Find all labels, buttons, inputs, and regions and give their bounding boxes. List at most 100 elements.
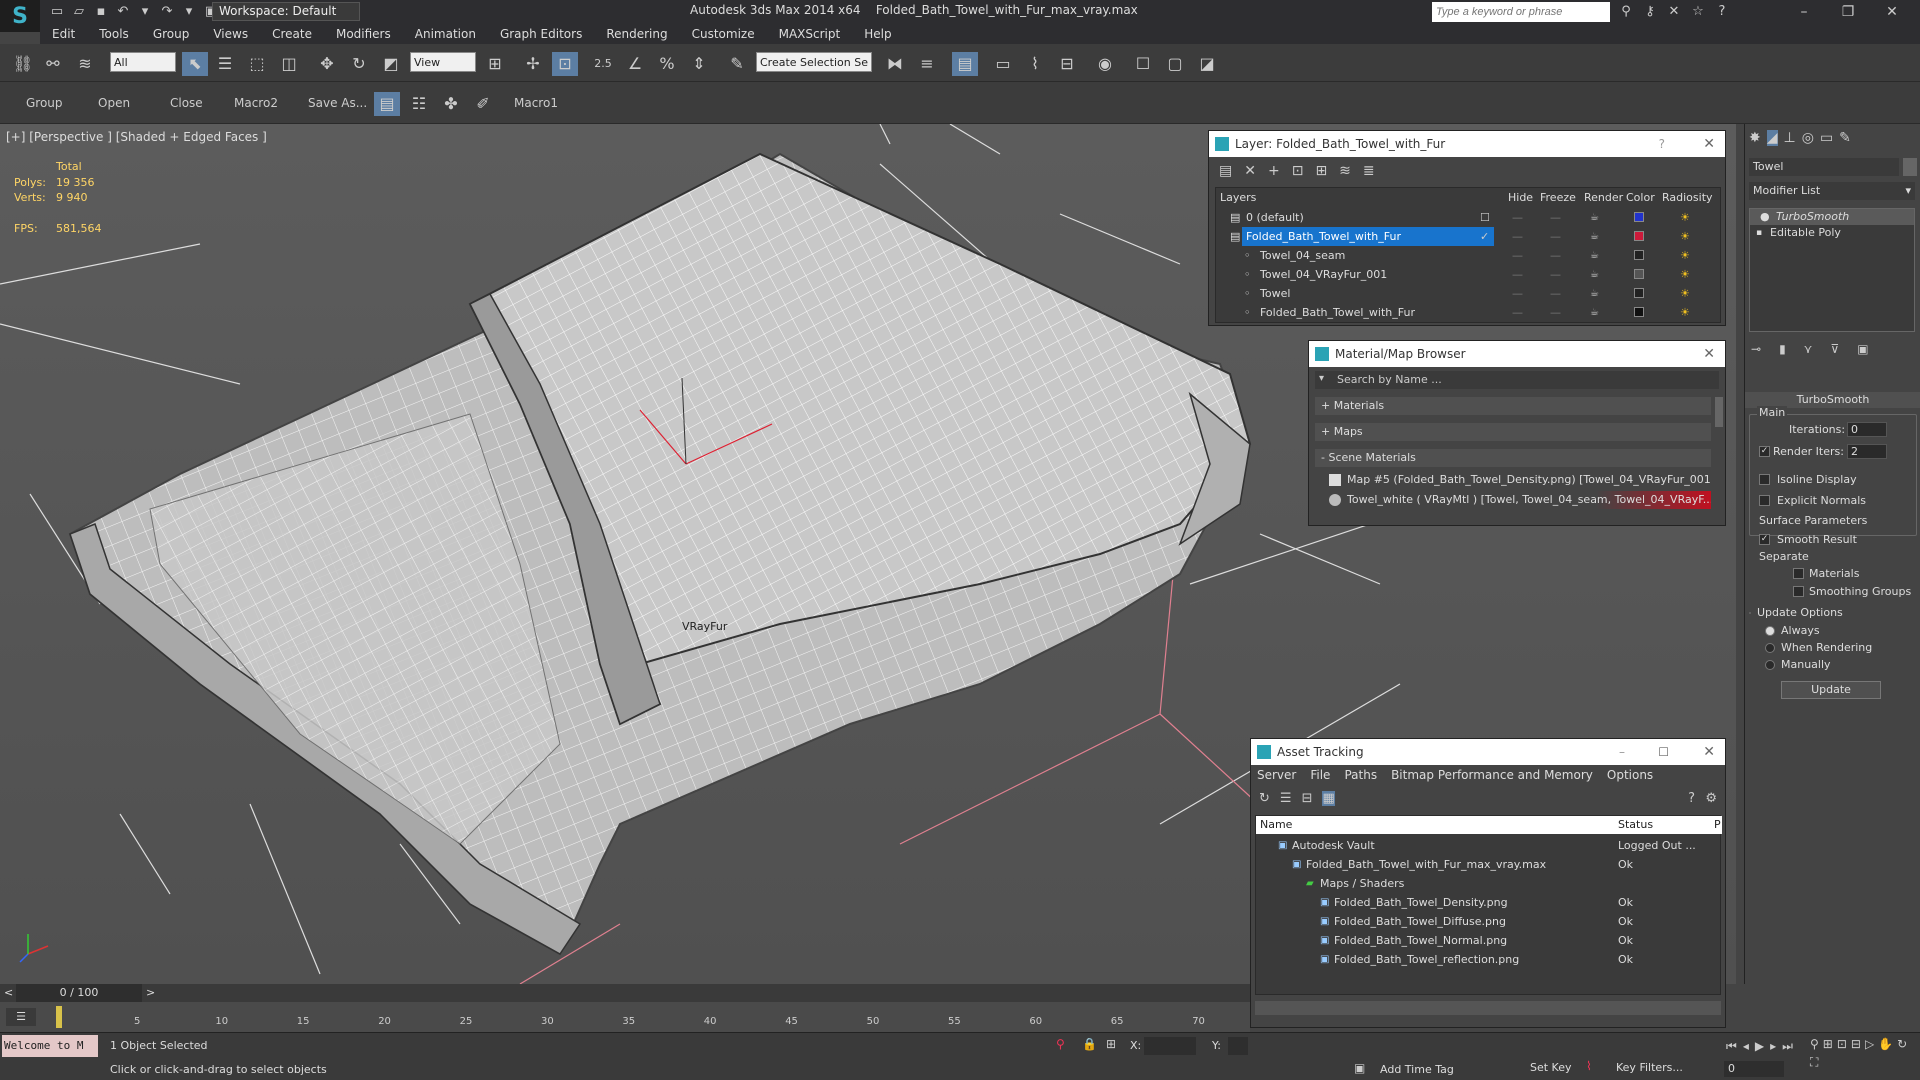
render-teapot-icon[interactable]: ☕ bbox=[1590, 227, 1599, 246]
layer-row[interactable]: Towel_04_VRayFur_001 ◦ — — ☕ ☀ bbox=[1216, 265, 1720, 284]
move-icon[interactable]: ✥ bbox=[314, 52, 340, 76]
close-icon[interactable]: ✕ bbox=[1703, 341, 1715, 367]
col-p[interactable]: P bbox=[1714, 818, 1721, 831]
redo-icon[interactable]: ↷ bbox=[158, 3, 176, 21]
key-filters-button[interactable]: Key Filters... bbox=[1616, 1061, 1683, 1074]
display-tab-icon[interactable]: ▭ bbox=[1820, 130, 1833, 146]
spinner-snap-icon[interactable]: ⇕ bbox=[686, 52, 712, 76]
stack-item-turbosmooth[interactable]: ● TurboSmooth bbox=[1750, 209, 1914, 225]
x-coord-field[interactable] bbox=[1144, 1037, 1196, 1055]
utilities-tab-icon[interactable]: ✎ bbox=[1839, 130, 1851, 146]
freeze-toggle[interactable]: — bbox=[1550, 303, 1561, 322]
select-manipulate-icon[interactable]: ✢ bbox=[520, 52, 546, 76]
go-to-end-icon[interactable]: ⏭ bbox=[1782, 1039, 1793, 1054]
list-icon[interactable]: ☷ bbox=[406, 92, 432, 116]
remove-modifier-icon[interactable]: ⊽ bbox=[1830, 342, 1839, 356]
maximize-icon[interactable]: ☐ bbox=[1658, 739, 1669, 765]
close-icon[interactable]: ✕ bbox=[1870, 0, 1914, 24]
key-icon[interactable]: ⚷ bbox=[1640, 2, 1660, 22]
refresh-icon[interactable]: ↻ bbox=[1259, 791, 1270, 806]
render-teapot-icon[interactable]: ☕ bbox=[1590, 208, 1599, 227]
help-icon[interactable]: ? bbox=[1712, 2, 1732, 22]
menu-views[interactable]: Views bbox=[201, 27, 260, 41]
rotate-icon[interactable]: ↻ bbox=[346, 52, 372, 76]
scale-icon[interactable]: ◩ bbox=[378, 52, 404, 76]
material-editor-icon[interactable]: ◉ bbox=[1092, 52, 1118, 76]
rendered-frame-icon[interactable]: ▢ bbox=[1162, 52, 1188, 76]
open-group-button[interactable]: Open bbox=[98, 96, 130, 110]
viewport-label[interactable]: [+] [Perspective ] [Shaded + Edged Faces… bbox=[6, 130, 267, 144]
layer-color-swatch[interactable] bbox=[1634, 250, 1644, 260]
menu-create[interactable]: Create bbox=[260, 27, 324, 41]
time-tag-icon[interactable]: ▣ bbox=[1354, 1061, 1365, 1075]
maxscript-listener[interactable]: Welcome to M bbox=[2, 1035, 98, 1057]
expand-icon[interactable]: ▪ bbox=[1756, 225, 1762, 241]
layer-color-swatch[interactable] bbox=[1634, 212, 1644, 222]
update-button[interactable]: Update bbox=[1781, 681, 1881, 699]
menu-animation[interactable]: Animation bbox=[403, 27, 488, 41]
col-hide[interactable]: Hide bbox=[1508, 191, 1533, 204]
rect-selection-icon[interactable]: ⬚ bbox=[244, 52, 270, 76]
zoom-icon[interactable]: ⚲ bbox=[1810, 1037, 1819, 1051]
highlight-layer-icon[interactable]: ⊞ bbox=[1315, 163, 1327, 179]
active-layer-checkbox[interactable]: ☐ bbox=[1480, 208, 1490, 227]
col-layers[interactable]: Layers bbox=[1220, 191, 1256, 204]
dropdown-icon[interactable]: ▾ bbox=[1319, 373, 1324, 384]
hide-toggle[interactable]: — bbox=[1512, 208, 1523, 227]
reference-coordinate-dropdown[interactable]: View bbox=[410, 52, 476, 72]
layer-row[interactable]: Folded_Bath_Towel_with_Fur ◦ — — ☕ ☀ bbox=[1216, 303, 1720, 322]
help-icon[interactable]: ? bbox=[1688, 791, 1695, 806]
render-teapot-icon[interactable]: ☕ bbox=[1590, 284, 1599, 303]
freeze-toggle[interactable]: — bbox=[1550, 246, 1561, 265]
zoom-extents-all-icon[interactable]: ⊟ bbox=[1851, 1037, 1861, 1051]
show-end-result-icon[interactable]: ▮ bbox=[1779, 342, 1786, 356]
configure-sets-icon[interactable]: ▣ bbox=[1857, 342, 1868, 356]
percent-snap-icon[interactable]: % bbox=[654, 52, 680, 76]
create-layer-icon[interactable]: ▤ bbox=[1219, 163, 1232, 179]
isolate-icon[interactable]: ⚲ bbox=[1056, 1037, 1065, 1051]
menu-edit[interactable]: Edit bbox=[40, 27, 87, 41]
dropdown-icon[interactable]: ▾ bbox=[136, 3, 154, 21]
create-tab-icon[interactable]: ✸ bbox=[1749, 130, 1761, 146]
tree-view-icon[interactable]: ⊟ bbox=[1302, 791, 1313, 806]
time-slider-thumb[interactable]: 0 / 100 bbox=[16, 984, 142, 1002]
modify-tab-icon[interactable]: ◢ bbox=[1766, 130, 1778, 146]
link-icon[interactable]: ⛓ bbox=[10, 52, 36, 76]
object-name-field[interactable]: Towel bbox=[1749, 158, 1899, 176]
pin-stack-icon[interactable]: ⊸ bbox=[1751, 342, 1761, 356]
menu-customize[interactable]: Customize bbox=[680, 27, 767, 41]
asset-row[interactable]: ▣ Folded_Bath_Towel_Normal.png Ok bbox=[1256, 931, 1722, 950]
when-rendering-radio[interactable] bbox=[1765, 643, 1775, 653]
menu-paths[interactable]: Paths bbox=[1344, 765, 1377, 785]
render-teapot-icon[interactable]: ☕ bbox=[1590, 303, 1599, 322]
explicit-normals-checkbox[interactable] bbox=[1759, 495, 1770, 506]
maps-rollout[interactable]: + Maps bbox=[1315, 423, 1711, 441]
menu-file[interactable]: File bbox=[1310, 765, 1330, 785]
scene-materials-rollout[interactable]: - Scene Materials bbox=[1315, 449, 1711, 467]
freeze-toggle[interactable]: — bbox=[1550, 265, 1561, 284]
schematic-view-icon[interactable]: ⊟ bbox=[1054, 52, 1080, 76]
current-frame-marker[interactable] bbox=[56, 1006, 62, 1028]
asset-row[interactable]: ▣ Folded_Bath_Towel_Density.png Ok bbox=[1256, 893, 1722, 912]
menu-rendering[interactable]: Rendering bbox=[594, 27, 679, 41]
hide-toggle[interactable]: — bbox=[1512, 303, 1523, 322]
materials-checkbox[interactable] bbox=[1793, 568, 1804, 579]
minimize-icon[interactable]: – bbox=[1619, 739, 1625, 765]
palette-icon[interactable]: ✤ bbox=[438, 92, 464, 116]
communication-icon[interactable]: ✕ bbox=[1664, 2, 1684, 22]
snap-toggle-icon[interactable]: 2.5 bbox=[590, 52, 616, 76]
menu-graph-editors[interactable]: Graph Editors bbox=[488, 27, 594, 41]
material-search-input[interactable]: Search by Name ... bbox=[1315, 371, 1719, 389]
orbit-icon[interactable]: ↻ bbox=[1897, 1037, 1907, 1051]
macro2-button[interactable]: Macro2 bbox=[234, 96, 278, 110]
graphite-toolbar-icon[interactable]: ▭ bbox=[990, 52, 1016, 76]
menu-bitmap-performance[interactable]: Bitmap Performance and Memory bbox=[1391, 765, 1593, 785]
list-view-icon[interactable]: ☰ bbox=[1280, 791, 1292, 806]
freeze-toggle[interactable]: — bbox=[1550, 208, 1561, 227]
col-name[interactable]: Name bbox=[1260, 818, 1292, 831]
mirror-icon[interactable]: ⧓ bbox=[882, 52, 908, 76]
align-icon[interactable]: ≡ bbox=[914, 52, 940, 76]
render-teapot-icon[interactable]: ☕ bbox=[1590, 246, 1599, 265]
macro1-button[interactable]: Macro1 bbox=[514, 96, 558, 110]
next-frame-icon[interactable]: > bbox=[146, 986, 155, 999]
